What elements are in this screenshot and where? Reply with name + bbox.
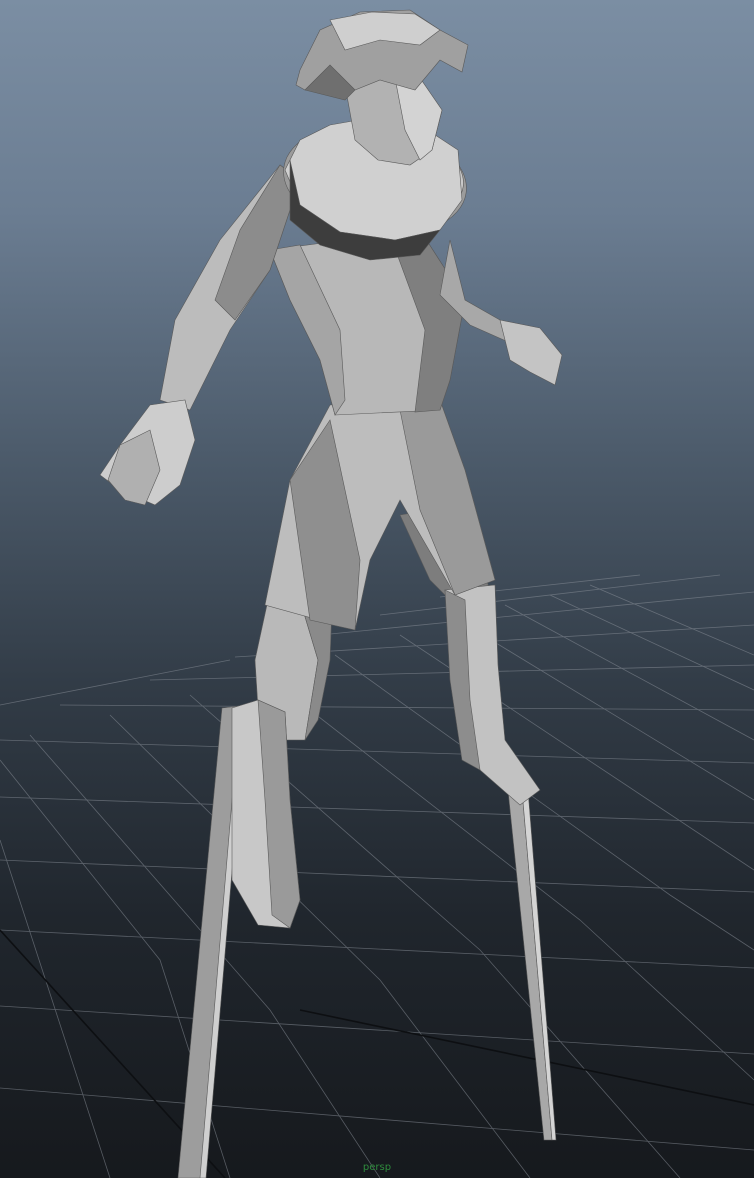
ground-grid (0, 574, 754, 1178)
3d-viewport[interactable]: persp (0, 0, 754, 1178)
character-model[interactable] (99, 9, 563, 1178)
camera-name-label: persp (362, 1162, 392, 1173)
scene-render[interactable] (0, 0, 754, 1178)
